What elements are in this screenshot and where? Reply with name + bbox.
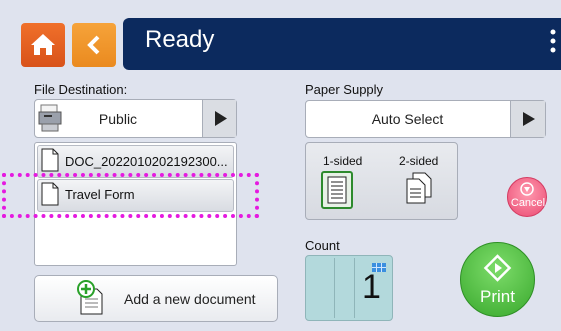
paper-supply-value: Auto Select (371, 111, 444, 127)
home-button[interactable] (21, 23, 65, 67)
paper-supply-label: Paper Supply (305, 82, 384, 97)
back-button[interactable] (72, 23, 116, 67)
destination-value: Public (98, 111, 138, 127)
count-label: Count (305, 238, 340, 253)
print-label: Print (480, 287, 515, 306)
two-sided-label: 2-sided (399, 154, 439, 168)
play-arrow-icon (523, 112, 535, 126)
count-value: 1 (362, 268, 381, 306)
destination-dropdown-arrow[interactable] (202, 100, 236, 137)
add-document-label: Add a new document (124, 291, 256, 307)
play-arrow-icon (215, 111, 227, 126)
page-title: Ready (145, 26, 215, 53)
count-divider (354, 258, 355, 318)
paper-supply-dropdown-arrow[interactable] (510, 101, 545, 137)
single-page-icon (321, 171, 353, 209)
file-name: DOC_2022010202192300... (65, 154, 228, 169)
count-divider (334, 258, 335, 318)
one-sided-option[interactable] (321, 171, 353, 214)
chevron-left-icon (87, 35, 100, 55)
cancel-label: Cancel (510, 197, 546, 209)
two-sided-option[interactable] (405, 172, 433, 209)
home-icon (31, 34, 55, 55)
selection-highlight (2, 173, 259, 218)
one-sided-label: 1-sided (323, 154, 363, 168)
add-document-icon (75, 279, 105, 320)
duplex-pages-icon (406, 172, 432, 204)
file-destination-label: File Destination: (34, 82, 128, 97)
more-menu-icon[interactable] (548, 26, 558, 62)
